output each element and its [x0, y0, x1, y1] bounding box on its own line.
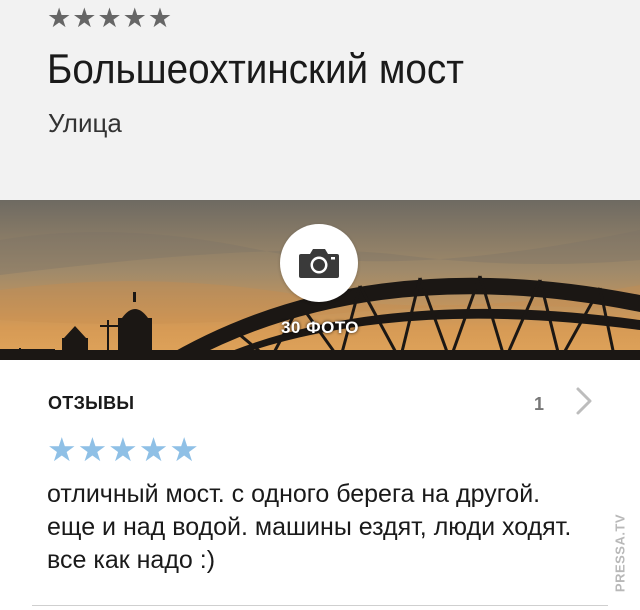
rating-stars: ★★★★★	[47, 3, 174, 34]
place-header: ★★★★★ Большеохтинский мост Улица	[0, 0, 640, 200]
place-title: Большеохтинский мост	[47, 45, 464, 92]
photo-count-label[interactable]: 30 ФОТО	[220, 318, 420, 338]
camera-button[interactable]	[280, 224, 358, 302]
reviews-header[interactable]: ОТЗЫВЫ 1	[0, 360, 640, 426]
reviews-count: 1	[534, 394, 545, 414]
chevron-right-icon[interactable]	[574, 386, 594, 416]
divider	[32, 605, 608, 606]
photo-gallery-banner[interactable]: 30 ФОТО	[0, 200, 640, 360]
reviews-title: ОТЗЫВЫ	[48, 393, 135, 413]
camera-icon	[299, 249, 339, 278]
watermark: PRESSA.TV	[600, 505, 640, 600]
review-rating-stars: ★★★★★	[47, 430, 200, 469]
place-category: Улица	[48, 108, 122, 138]
review-text: отличный мост. с одного берега на другой…	[47, 480, 572, 574]
watermark-text: PRESSA.TV	[612, 513, 628, 592]
